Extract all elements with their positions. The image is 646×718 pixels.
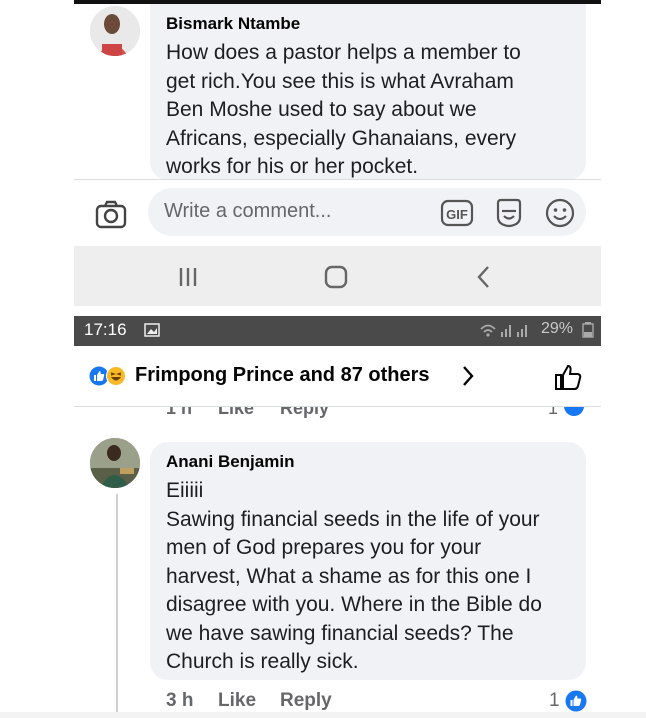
signal-icon [480, 324, 527, 337]
avatar-image [90, 6, 140, 56]
camera-icon[interactable] [94, 197, 128, 231]
previous-comment-actions: 1 h Like Reply 1 [74, 407, 601, 420]
reaction-count: 1 [548, 407, 559, 418]
avatar[interactable] [90, 438, 140, 488]
avatar[interactable] [90, 6, 140, 56]
home-icon[interactable] [322, 263, 350, 291]
haha-reaction-icon [106, 366, 126, 386]
divider [74, 179, 601, 180]
emoji-icon[interactable] [544, 197, 576, 229]
thread-line [116, 494, 118, 718]
comment-input-placeholder: Write a comment... [164, 200, 332, 222]
sticker-icon[interactable] [494, 197, 524, 229]
like-link[interactable]: Like [218, 407, 254, 419]
like-badge-icon [564, 407, 584, 416]
comment-author[interactable]: Bismark Ntambe [166, 14, 300, 34]
reply-link[interactable]: Reply [280, 407, 329, 419]
back-icon[interactable] [470, 263, 498, 291]
like-link[interactable]: Like [218, 690, 256, 712]
comment-text: Eiiiii Sawing financial seeds in the lif… [166, 479, 542, 673]
comment-text: How does a pastor helps a member to get … [166, 41, 521, 178]
gif-icon[interactable]: GIF [440, 198, 474, 228]
reaction-count: 1 [549, 690, 560, 711]
battery-icon [582, 322, 594, 338]
reply-link[interactable]: Reply [280, 690, 332, 712]
comment-time: 3 h [166, 690, 194, 711]
chevron-right-icon[interactable] [460, 364, 476, 388]
avatar-image [90, 438, 140, 488]
bottom-edge [0, 712, 646, 718]
recent-apps-icon[interactable] [174, 263, 202, 291]
gif-label: GIF [446, 207, 468, 222]
battery-level: 29% [541, 320, 574, 337]
comment-author[interactable]: Anani Benjamin [166, 452, 294, 472]
status-time: 17:16 [84, 320, 127, 339]
gallery-icon [144, 323, 160, 337]
comment-time: 1 h [166, 407, 193, 418]
like-outline-icon[interactable] [553, 362, 583, 392]
like-badge-icon[interactable] [565, 690, 587, 712]
reactors-summary[interactable]: Frimpong Prince and 87 others [135, 364, 430, 387]
